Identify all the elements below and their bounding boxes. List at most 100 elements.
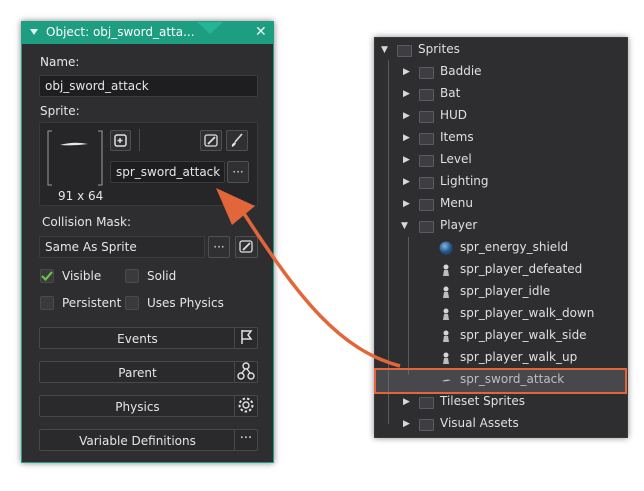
folder-icon	[419, 155, 434, 167]
collapsed-arrow-icon[interactable]: ▶	[403, 199, 410, 209]
divider	[139, 129, 140, 151]
visible-checkbox[interactable]	[40, 269, 54, 283]
tree-label: Visual Assets	[440, 416, 519, 430]
tree-label: spr_energy_shield	[460, 240, 569, 254]
new-sprite-button[interactable]	[110, 130, 131, 151]
solid-checkbox[interactable]	[125, 269, 139, 283]
folder-icon	[419, 199, 434, 211]
tree-label: spr_player_walk_side	[460, 328, 587, 342]
collapsed-arrow-icon[interactable]: ▶	[403, 133, 410, 143]
tree-label: Tileset Sprites	[440, 394, 526, 408]
events-button-label: Events	[117, 332, 158, 346]
visible-label: Visible	[62, 269, 102, 283]
variable-definitions-button[interactable]: Variable Definitions ···	[39, 429, 258, 451]
expanded-arrow-icon[interactable]: ▼	[381, 45, 388, 55]
tree-label: Sprites	[418, 42, 460, 56]
tree-label: spr_player_defeated	[460, 262, 583, 276]
tree-sprite-item[interactable]: spr_energy_shield	[375, 237, 627, 259]
gear-icon	[234, 395, 257, 417]
collapsed-arrow-icon[interactable]: ▶	[403, 397, 410, 407]
flag-icon	[234, 327, 257, 349]
edit-collision-icon	[239, 240, 253, 253]
figure-icon	[443, 308, 449, 320]
collapsed-arrow-icon[interactable]: ▶	[403, 419, 410, 429]
object-editor-title: Object: obj_sword_atta...	[46, 25, 195, 39]
collision-mask-value: Same As Sprite	[45, 240, 137, 254]
collapsed-arrow-icon[interactable]: ▶	[403, 67, 410, 77]
uses-physics-checkbox[interactable]	[125, 296, 139, 310]
collision-more-button[interactable]: ···	[208, 236, 230, 258]
tree-group-hud[interactable]: ▶ HUD	[375, 105, 627, 127]
tree-label: Baddie	[440, 64, 482, 78]
folder-icon	[419, 133, 434, 145]
folder-icon	[419, 177, 434, 189]
tree-group-level[interactable]: ▶ Level	[375, 149, 627, 171]
tree-label: spr_player_walk_down	[460, 306, 595, 320]
figure-icon	[443, 264, 449, 276]
brush-icon	[231, 133, 243, 147]
uses-physics-label: Uses Physics	[147, 296, 224, 310]
physics-button[interactable]: Physics	[39, 395, 258, 417]
tree-label: spr_player_walk_up	[460, 350, 578, 364]
collapsed-arrow-icon[interactable]: ▶	[403, 155, 410, 165]
tree-group-menu[interactable]: ▶ Menu	[375, 193, 627, 215]
collapsed-arrow-icon[interactable]: ▶	[403, 89, 410, 99]
sprite-preview-frame	[47, 130, 103, 186]
folder-icon	[419, 419, 434, 431]
persistent-checkbox[interactable]	[40, 296, 54, 310]
tree-label: Player	[440, 218, 478, 232]
tree-root-sprites[interactable]: ▼ Sprites	[375, 39, 627, 61]
variable-definitions-label: Variable Definitions	[79, 434, 196, 448]
tree-group-baddie[interactable]: ▶ Baddie	[375, 61, 627, 83]
tree-group-lighting[interactable]: ▶ Lighting	[375, 171, 627, 193]
folder-icon	[419, 89, 434, 101]
edit-collision-button[interactable]	[235, 236, 258, 258]
highlighted-sprite-row	[374, 368, 627, 394]
edit-sprite-button[interactable]	[200, 130, 222, 151]
collapse-triangle-icon[interactable]	[30, 29, 38, 35]
tree-sprite-item[interactable]: spr_player_walk_up	[375, 347, 627, 369]
sprite-label: Sprite:	[40, 104, 80, 118]
tree-sprite-item[interactable]: spr_player_walk_down	[375, 303, 627, 325]
tree-sprite-item[interactable]: spr_player_idle	[375, 281, 627, 303]
tree-label: Bat	[440, 86, 461, 100]
object-editor-titlebar[interactable]: Object: obj_sword_atta... ✕	[22, 22, 273, 44]
solid-label: Solid	[147, 269, 177, 283]
figure-icon	[443, 352, 449, 364]
tree-group-tileset-sprites[interactable]: ▶ Tileset Sprites	[375, 391, 627, 413]
orb-icon	[439, 241, 453, 255]
parent-button[interactable]: Parent	[39, 361, 258, 383]
name-input[interactable]: obj_sword_attack	[39, 75, 258, 97]
folder-icon	[419, 221, 434, 233]
collapsed-arrow-icon[interactable]: ▶	[403, 177, 410, 187]
hierarchy-icon	[234, 361, 257, 383]
name-label: Name:	[40, 55, 80, 69]
sprite-size-label: 91 x 64	[58, 189, 104, 203]
collapsed-arrow-icon[interactable]: ▶	[403, 111, 410, 121]
tree-group-bat[interactable]: ▶ Bat	[375, 83, 627, 105]
figure-icon	[443, 330, 449, 342]
tree-group-player[interactable]: ▼ Player	[375, 215, 627, 237]
checkmark-icon	[41, 271, 53, 282]
close-icon[interactable]: ✕	[255, 24, 267, 40]
folder-icon	[419, 397, 434, 409]
sprite-more-button[interactable]: ···	[227, 161, 249, 183]
tree-sprite-item[interactable]: spr_player_walk_side	[375, 325, 627, 347]
name-input-value: obj_sword_attack	[45, 79, 149, 93]
folder-icon	[419, 67, 434, 79]
collision-mask-select[interactable]: Same As Sprite	[39, 236, 205, 258]
tree-sprite-item[interactable]: spr_player_defeated	[375, 259, 627, 281]
edit-sprite-icon	[204, 134, 218, 147]
sprite-section: 91 x 64 spr_sword_attack ···	[39, 122, 258, 206]
variable-more-button[interactable]: ···	[234, 429, 257, 451]
sprite-select[interactable]: spr_sword_attack	[110, 161, 225, 183]
folder-icon	[419, 111, 434, 123]
folder-icon	[397, 45, 412, 57]
tree-group-visual-assets[interactable]: ▶ Visual Assets	[375, 413, 627, 435]
tree-guide-line	[408, 237, 409, 375]
events-button[interactable]: Events	[39, 327, 258, 349]
tree-group-items[interactable]: ▶ Items	[375, 127, 627, 149]
sprite-preview[interactable]	[46, 129, 104, 187]
expanded-arrow-icon[interactable]: ▼	[401, 221, 408, 231]
paint-sprite-button[interactable]	[226, 130, 248, 151]
